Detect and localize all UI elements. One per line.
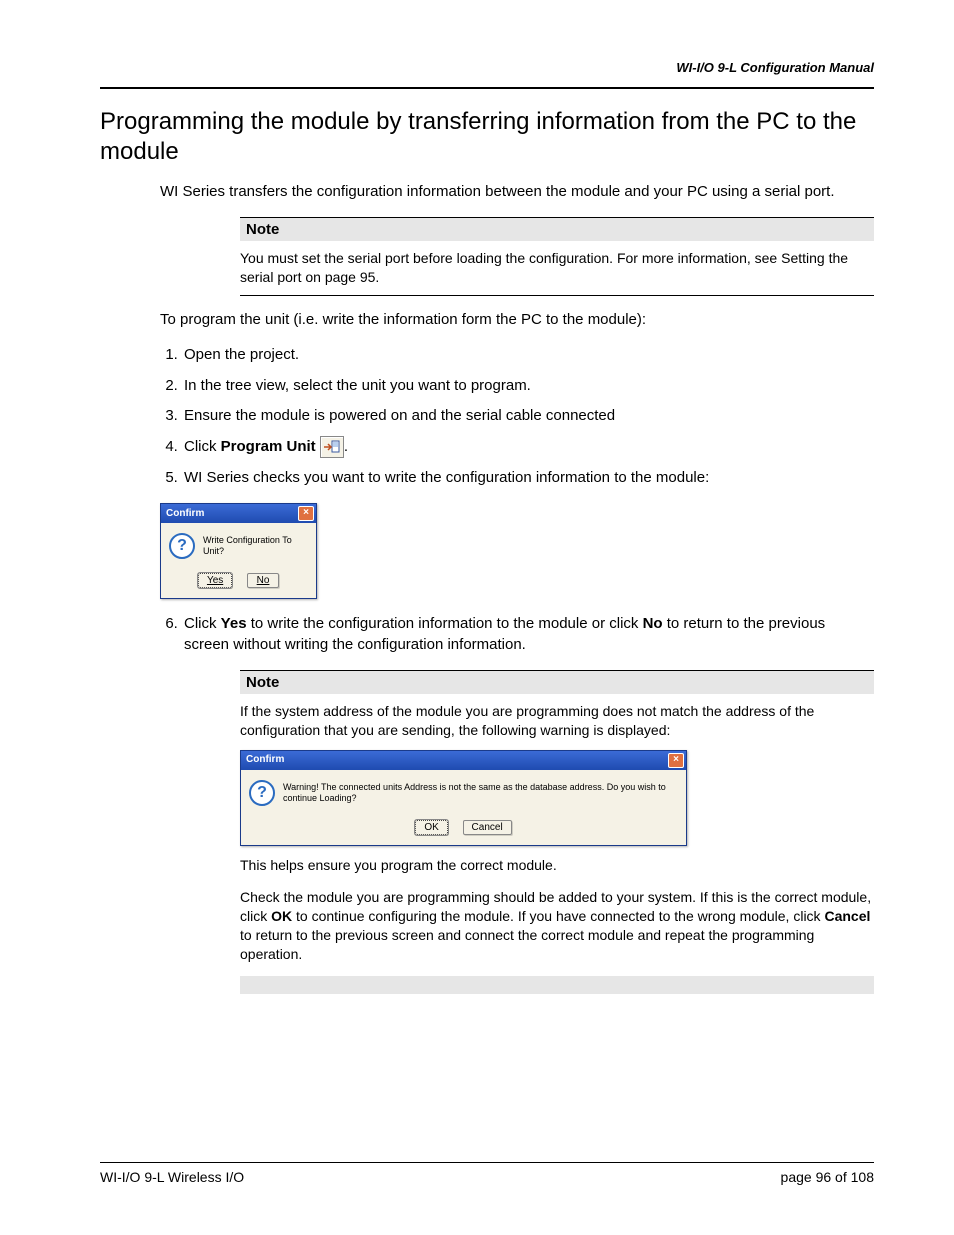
note2-p2: This helps ensure you program the correc…	[240, 856, 874, 875]
close-icon[interactable]: ×	[668, 753, 684, 768]
page-footer: WI-I/O 9-L Wireless I/O page 96 of 108	[100, 1162, 874, 1185]
header-manual-title: WI-I/O 9-L Configuration Manual	[100, 60, 874, 75]
note-block-1: Note You must set the serial port before…	[240, 217, 874, 296]
dialog-message: Warning! The connected units Address is …	[283, 782, 678, 804]
footer-right: page 96 of 108	[781, 1169, 874, 1185]
header-rule	[100, 87, 874, 89]
note-label: Note	[240, 217, 874, 241]
step-6-a: Click	[184, 615, 221, 632]
question-icon: ?	[169, 533, 195, 559]
note2-p3-c: to return to the previous screen and con…	[240, 927, 814, 962]
note2-p3-b: to continue configuring the module. If y…	[292, 908, 824, 924]
step-6-yes: Yes	[221, 615, 247, 632]
step-4: Click Program Unit .	[182, 436, 874, 458]
steps-list-cont: Click Yes to write the configuration inf…	[160, 614, 874, 655]
steps-list: Open the project. In the tree view, sele…	[160, 345, 874, 488]
step-4-suffix: .	[344, 438, 348, 455]
close-icon[interactable]: ×	[298, 506, 314, 521]
note2-p3: Check the module you are programming sho…	[240, 888, 874, 964]
note-label: Note	[240, 670, 874, 694]
cancel-button[interactable]: Cancel	[463, 820, 512, 835]
step-3: Ensure the module is powered on and the …	[182, 406, 874, 426]
note-footer-bar	[240, 976, 874, 994]
step-6-b: to write the configuration information t…	[247, 615, 643, 632]
step-4-bold: Program Unit	[221, 438, 316, 455]
note-body: If the system address of the module you …	[240, 694, 874, 972]
confirm-dialog-2: Confirm × ? Warning! The connected units…	[240, 750, 687, 846]
note-block-2: Note If the system address of the module…	[240, 670, 874, 994]
note2-p1: If the system address of the module you …	[240, 702, 874, 740]
step-6: Click Yes to write the configuration inf…	[182, 614, 874, 655]
intro-paragraph: WI Series transfers the configuration in…	[160, 182, 874, 202]
step-6-no: No	[643, 615, 663, 632]
step-5: WI Series checks you want to write the c…	[182, 468, 874, 488]
step-2: In the tree view, select the unit you wa…	[182, 376, 874, 396]
lead-in-paragraph: To program the unit (i.e. write the info…	[160, 310, 874, 330]
yes-button[interactable]: Yes	[198, 573, 232, 588]
section-heading: Programming the module by transferring i…	[100, 107, 874, 167]
program-unit-icon	[320, 436, 344, 458]
note2-p3-cancel: Cancel	[824, 908, 870, 924]
step-1: Open the project.	[182, 345, 874, 365]
dialog-buttons: OK Cancel	[241, 816, 686, 845]
no-button[interactable]: No	[247, 573, 279, 588]
note2-p3-ok: OK	[271, 908, 292, 924]
note-body: You must set the serial port before load…	[240, 241, 874, 296]
footer-rule	[100, 1162, 874, 1163]
dialog-message: Write Configuration To Unit?	[203, 535, 308, 557]
dialog-titlebar: Confirm ×	[241, 751, 686, 770]
dialog-title: Confirm	[166, 508, 204, 519]
confirm-dialog-1: Confirm × ? Write Configuration To Unit?…	[160, 503, 317, 599]
dialog-title: Confirm	[246, 753, 284, 767]
footer-left: WI-I/O 9-L Wireless I/O	[100, 1169, 244, 1185]
dialog-body: ? Write Configuration To Unit?	[161, 523, 316, 569]
ok-button[interactable]: OK	[415, 820, 447, 835]
dialog-buttons: Yes No	[161, 569, 316, 598]
document-page: WI-I/O 9-L Configuration Manual Programm…	[0, 0, 954, 1235]
step-4-prefix: Click	[184, 438, 221, 455]
dialog-titlebar: Confirm ×	[161, 504, 316, 523]
dialog-body: ? Warning! The connected units Address i…	[241, 770, 686, 816]
question-icon: ?	[249, 780, 275, 806]
